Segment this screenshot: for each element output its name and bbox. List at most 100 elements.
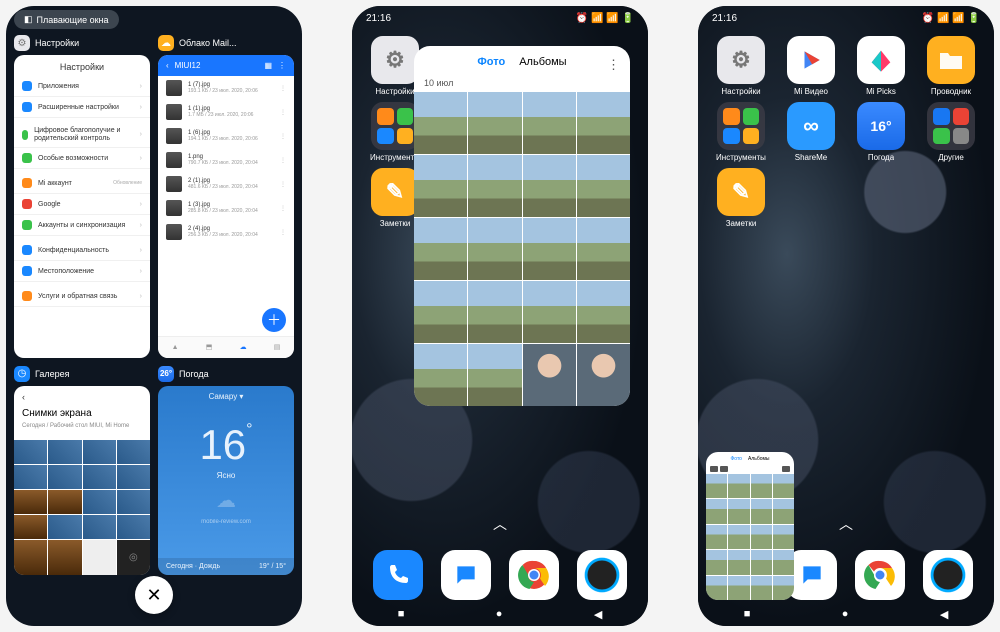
file-row[interactable]: 1 (6).jpg194.1 КБ / 23 июл. 2020, 20:06⋮ [158,124,294,148]
settings-row[interactable]: Расширенные настройки› [14,97,150,118]
settings-row[interactable]: Особые возможности› [14,148,150,169]
mini-photo-grid [706,474,794,600]
gallery-mini-window[interactable]: Фото Альбомы [706,452,794,600]
app-settings[interactable]: ⚙Настройки [708,36,774,96]
recent-card-weather[interactable]: 26°Погода Самару ▾ 16° Ясно ☁ mobile-rev… [158,366,294,575]
photo-thumb[interactable] [577,281,630,343]
gallery-floating-window[interactable]: Фото Альбомы ⋮ 10 июл [414,46,630,406]
nav-home[interactable]: ● [496,608,503,620]
mini-tab-albums[interactable]: Альбомы [748,456,770,462]
photo-thumb[interactable] [468,92,521,154]
gallery-icon: ◷ [14,366,30,382]
tab[interactable]: ☁ [240,343,247,351]
photo-thumb[interactable] [523,92,576,154]
photo-thumb[interactable] [523,344,576,406]
back-icon[interactable]: ‹ [166,61,169,70]
more-icon[interactable]: ⋮ [607,57,620,73]
app-messages[interactable] [441,550,491,600]
nav-recent[interactable]: ■ [398,608,405,620]
settings-row[interactable]: Цифровое благополучие и родительский кон… [14,122,150,148]
weather-temp: 16° [158,407,294,471]
app-tools-folder[interactable]: Инструменты [708,102,774,162]
app-drawer-handle[interactable]: ︿ [839,514,853,534]
app-chrome[interactable] [855,550,905,600]
photo-thumb[interactable] [414,92,467,154]
app-camera[interactable] [923,550,973,600]
nav-recent[interactable]: ■ [744,608,751,620]
city-selector[interactable]: Самару ▾ [209,392,244,401]
weather-cond: Ясно [158,471,294,488]
tab[interactable]: ⬒ [206,343,213,351]
photo-thumb[interactable] [577,218,630,280]
floating-windows-chip[interactable]: ◧ Плавающие окна [14,10,119,29]
app-phone[interactable] [373,550,423,600]
grid-icon[interactable]: ▦ [264,61,272,70]
photo-thumb[interactable] [414,155,467,217]
nav-back[interactable]: ◀ [940,608,948,621]
settings-row[interactable]: Услуги и обратная связь› [14,286,150,307]
status-bar: 21:16 ⏰ 📶 📶 🔋 [698,6,994,28]
photo-thumb[interactable] [577,92,630,154]
photo-thumb[interactable] [523,218,576,280]
tab-photo[interactable]: Фото [477,56,505,68]
tab[interactable]: ▲ [172,344,179,351]
recent-card-gallery[interactable]: ◷Галерея ‹ Снимки экрана Сегодня / Рабоч… [14,366,150,575]
app-files[interactable]: Проводник [918,36,984,96]
picks-icon [857,36,905,84]
recent-card-settings[interactable]: ⚙Настройки Настройки Приложения› Расшире… [14,35,150,358]
nav-home[interactable]: ● [842,608,849,620]
settings-row[interactable]: Приложения› [14,76,150,97]
settings-row[interactable]: Mi аккаунтОбновление [14,173,150,194]
status-icons: ⏰ 📶 📶 🔋 [922,13,980,24]
photo-thumb[interactable] [468,218,521,280]
file-row[interactable]: 2 (1).jpg481.6 КБ / 23 июл. 2020, 20:04⋮ [158,172,294,196]
settings-row[interactable]: Google› [14,194,150,215]
dock [352,550,648,600]
card-title: Галерея [35,369,70,379]
app-chrome[interactable] [509,550,559,600]
more-icon[interactable]: ⋮ [278,61,286,70]
app-messages[interactable] [787,550,837,600]
file-row[interactable]: 1.png790.7 КБ / 23 июл. 2020, 20:04⋮ [158,148,294,172]
phone-home-overlay: 21:16 ⏰ 📶 📶 🔋 ⚙Настройки Инструменты ✎За… [352,6,648,626]
pencil-icon: ✎ [371,168,419,216]
settings-row[interactable]: Местоположение› [14,261,150,282]
app-video[interactable]: Mi Видео [778,36,844,96]
photo-thumb[interactable] [468,281,521,343]
app-camera[interactable] [577,550,627,600]
photo-thumb[interactable] [523,281,576,343]
app-drawer-handle[interactable]: ︿ [493,514,507,534]
tab-albums[interactable]: Альбомы [519,56,566,68]
photo-thumb[interactable] [577,155,630,217]
file-row[interactable]: 2 (4).jpg256.3 КБ / 23 июл. 2020, 20:04⋮ [158,220,294,244]
file-row[interactable]: 1 (7).jpg193.1 КБ / 23 июл. 2020, 20:06⋮ [158,76,294,100]
weather-icon: 16° [857,102,905,150]
photo-thumb[interactable] [414,218,467,280]
nav-back[interactable]: ◀ [594,608,602,621]
card-title: Погода [179,369,209,379]
settings-row[interactable]: Конфиденциальность› [14,240,150,261]
tab[interactable]: ▤ [274,343,281,351]
file-row[interactable]: 1 (1).jpg1.7 МБ / 23 июл. 2020, 20:06⋮ [158,100,294,124]
app-other-folder[interactable]: Другие [918,102,984,162]
weather-icon: 26° [158,366,174,382]
infinity-icon: ∞ [787,102,835,150]
file-row[interactable]: 1 (3).jpg285.8 КБ / 23 июл. 2020, 20:04⋮ [158,196,294,220]
recent-card-cloud[interactable]: ☁Облако Mail... ‹MIUI12▦⋮ 1 (7).jpg193.1… [158,35,294,358]
mini-tab-photo[interactable]: Фото [730,456,742,462]
photo-thumb[interactable] [523,155,576,217]
close-all-button[interactable]: ✕ [135,576,173,614]
photo-thumb[interactable] [468,155,521,217]
app-shareme[interactable]: ∞ShareMe [778,102,844,162]
app-picks[interactable]: Mi Picks [848,36,914,96]
app-weather[interactable]: 16°Погода [848,102,914,162]
photo-thumb[interactable] [414,281,467,343]
photo-thumb[interactable] [577,344,630,406]
settings-row[interactable]: Аккаунты и синхронизация› [14,215,150,236]
photo-thumb[interactable] [414,344,467,406]
back-icon[interactable]: ‹ [22,392,25,402]
gear-icon: ⚙ [14,35,30,51]
photo-thumb[interactable] [468,344,521,406]
app-notes[interactable]: ✎Заметки [708,168,774,228]
fab-add[interactable]: ＋ [262,308,286,332]
